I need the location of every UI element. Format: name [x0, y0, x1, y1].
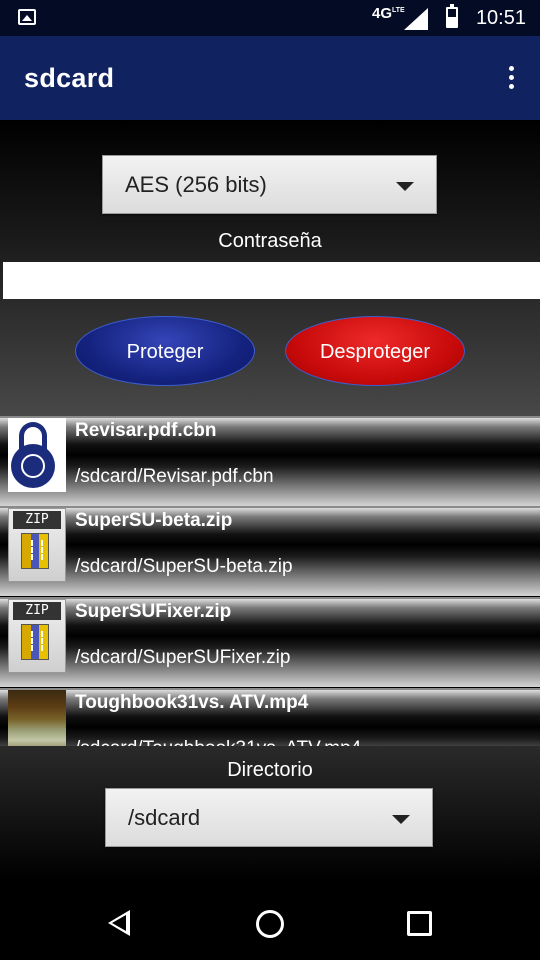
list-item[interactable]: ZIP SuperSU-beta.zip /sdcard/SuperSU-bet…: [0, 506, 540, 596]
directory-panel: Directorio /sdcard: [0, 746, 540, 880]
password-label: Contraseña: [218, 230, 322, 252]
clock: 10:51: [475, 7, 526, 29]
app-bar: sdcard: [0, 36, 540, 120]
encryption-panel: AES (256 bits) Contraseña Proteger Despr…: [0, 120, 540, 416]
list-item[interactable]: Toughbook31vs. ATV.mp4 /sdcard/Toughbook…: [0, 688, 540, 746]
file-name: Toughbook31vs. ATV.mp4: [75, 692, 309, 713]
navigation-bar: [0, 880, 540, 960]
password-field[interactable]: [3, 262, 540, 299]
overflow-menu-icon[interactable]: [506, 66, 516, 92]
video-thumbnail: [8, 690, 66, 746]
signal-icon: [404, 8, 428, 30]
network-type: 4GLTE: [372, 5, 405, 22]
zip-archive-icon: ZIP: [8, 508, 66, 582]
dropdown-arrow-icon: [396, 182, 414, 191]
file-name: SuperSU-beta.zip: [75, 510, 233, 531]
padlock-icon: [8, 418, 66, 492]
cipher-dropdown-value: AES (256 bits): [125, 172, 267, 197]
app-title: sdcard: [24, 63, 115, 93]
list-item[interactable]: ZIP SuperSUFixer.zip /sdcard/SuperSUFixe…: [0, 597, 540, 687]
dropdown-arrow-icon: [392, 815, 410, 824]
battery-icon: [446, 4, 458, 28]
cipher-dropdown[interactable]: AES (256 bits): [102, 155, 437, 214]
zip-badge: ZIP: [13, 511, 61, 529]
back-icon[interactable]: [108, 910, 130, 936]
home-icon[interactable]: [256, 910, 284, 938]
file-path: /sdcard/Toughbook31vs. ATV.mp4: [75, 738, 361, 746]
file-path: /sdcard/SuperSUFixer.zip: [75, 647, 291, 668]
file-path: /sdcard/Revisar.pdf.cbn: [75, 466, 274, 487]
image-notification-icon: [18, 9, 36, 25]
directory-label: Directorio: [227, 759, 313, 781]
zip-badge: ZIP: [13, 602, 61, 620]
file-name: Revisar.pdf.cbn: [75, 420, 217, 441]
protect-button[interactable]: Proteger: [75, 316, 255, 386]
zip-archive-icon: ZIP: [8, 599, 66, 673]
status-bar: 4GLTE 10:51: [0, 0, 540, 36]
file-path: /sdcard/SuperSU-beta.zip: [75, 556, 293, 577]
directory-dropdown-value: /sdcard: [128, 805, 201, 830]
directory-dropdown[interactable]: /sdcard: [105, 788, 433, 847]
recents-icon[interactable]: [407, 911, 432, 936]
list-item[interactable]: Revisar.pdf.cbn /sdcard/Revisar.pdf.cbn: [0, 416, 540, 506]
unprotect-button[interactable]: Desproteger: [285, 316, 465, 386]
file-name: SuperSUFixer.zip: [75, 601, 232, 622]
file-list: Revisar.pdf.cbn /sdcard/Revisar.pdf.cbn …: [0, 416, 540, 746]
